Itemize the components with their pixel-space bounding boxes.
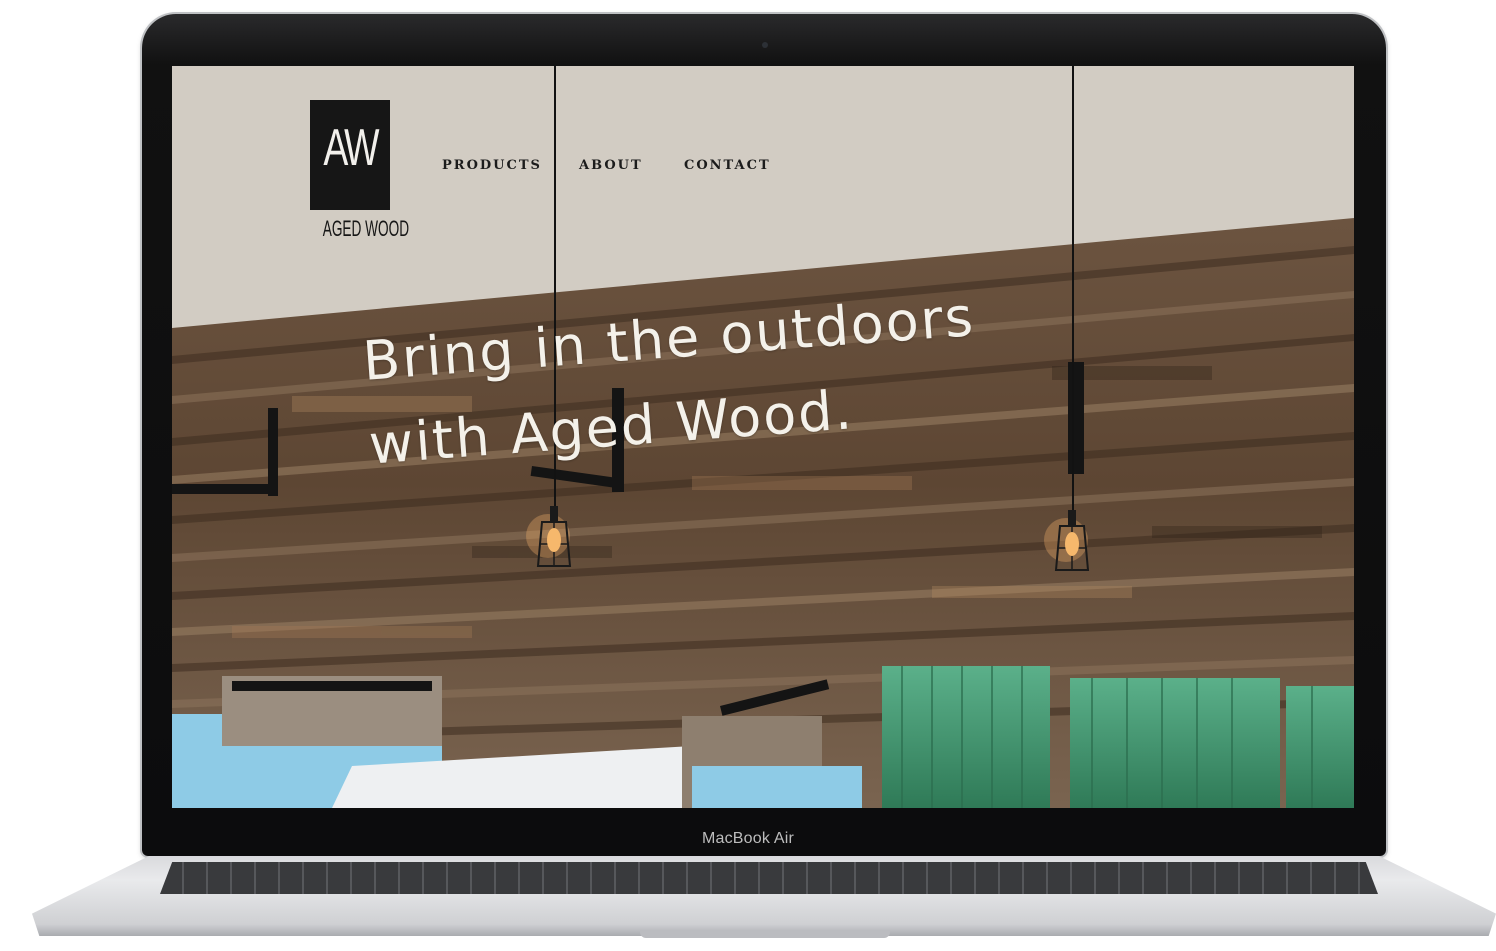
laptop-mockup: AW AGED WOOD PRODUCTS ABOUT CONTACT Brin… — [0, 0, 1496, 951]
pendant-lamp-icon — [536, 506, 572, 567]
nav-contact[interactable]: CONTACT — [684, 158, 771, 173]
logo-mark-box: AW — [310, 100, 390, 210]
logo-caption: AGED WOOD — [322, 216, 410, 241]
aged-wood-logo[interactable]: AW AGED WOOD — [310, 100, 410, 242]
nav-about[interactable]: ABOUT — [579, 158, 643, 173]
logo-mark: AW — [323, 119, 379, 177]
pendant-lamp-icon — [1054, 510, 1090, 571]
pendant-cord-right — [1072, 66, 1074, 522]
lid-notch — [640, 930, 890, 938]
nav-products[interactable]: PRODUCTS — [442, 158, 542, 173]
device-model-label: MacBook Air — [701, 830, 794, 847]
website-screen: AW AGED WOOD PRODUCTS ABOUT CONTACT Brin… — [172, 66, 1354, 808]
keyboard — [160, 862, 1378, 894]
webcam — [762, 42, 768, 48]
